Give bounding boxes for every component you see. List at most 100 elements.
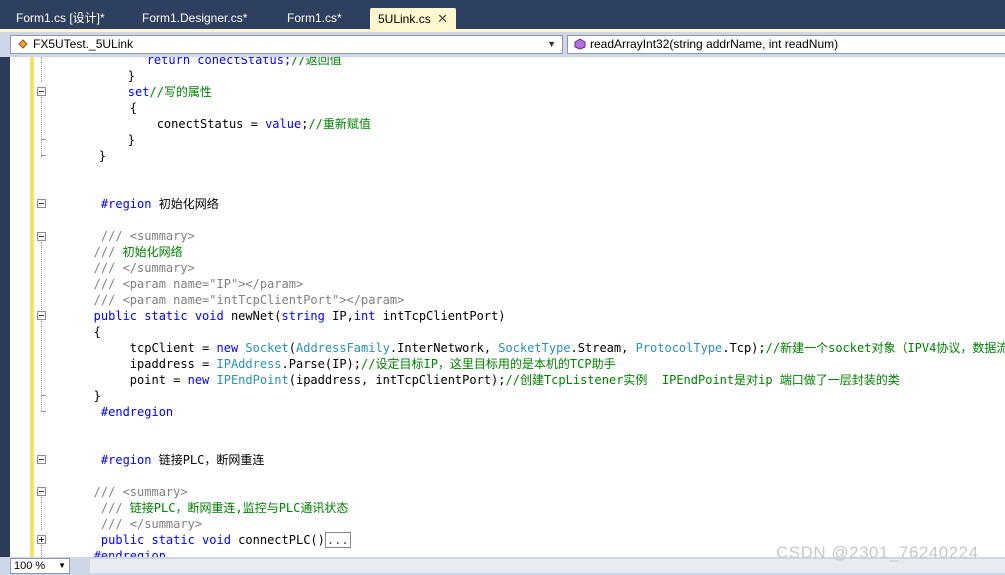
class-dropdown[interactable]: FX5UTest._5ULink ▼ bbox=[10, 35, 563, 54]
code-line: } bbox=[70, 69, 136, 83]
member-dropdown-value: readArrayInt32(string addrName, int read… bbox=[590, 37, 839, 51]
code-type: AddressFamily bbox=[296, 341, 390, 355]
doc-tag: <summary> bbox=[129, 229, 195, 243]
doc-comment-line: /// </summary> bbox=[72, 516, 202, 532]
code-token: IP, bbox=[324, 309, 354, 323]
expand-icon[interactable] bbox=[37, 535, 46, 544]
code-line: return conectStatus;//返回值 bbox=[60, 57, 342, 68]
code-line: } bbox=[72, 389, 101, 403]
tab-label: 5ULink.cs bbox=[378, 12, 431, 26]
code-line: set//写的属性 bbox=[70, 84, 212, 100]
code-token: .Tcp); bbox=[722, 341, 766, 355]
tab-5ulink-active[interactable]: 5ULink.cs ✕ bbox=[370, 8, 456, 31]
code-type: Socket bbox=[245, 341, 289, 355]
watermark: CSDN @2301_76240224 bbox=[776, 543, 979, 562]
method-icon bbox=[574, 38, 586, 50]
code-token: (ipaddress, intTcpClientPort); bbox=[288, 373, 506, 387]
code-keyword: #region bbox=[72, 197, 152, 211]
change-tracking-bar bbox=[30, 57, 34, 557]
doc-text: 链接PLC，断网重连,监控与PLC通讯状态 bbox=[129, 501, 349, 515]
doc-comment-line: /// 链接PLC，断网重连,监控与PLC通讯状态 bbox=[72, 500, 348, 516]
code-line: point = new IPEndPoint(ipaddress, intTcp… bbox=[72, 372, 900, 388]
editor-left-border bbox=[0, 57, 10, 557]
doc-prefix: /// bbox=[72, 245, 123, 259]
doc-comment-line: /// 初始化网络 bbox=[72, 244, 183, 260]
collapse-icon[interactable] bbox=[37, 199, 46, 208]
chevron-down-icon[interactable]: ▼ bbox=[547, 36, 556, 53]
doc-prefix: /// bbox=[72, 277, 123, 291]
code-line: } bbox=[70, 133, 136, 147]
code-comment: //写的属性 bbox=[149, 85, 212, 99]
tab-form1-design[interactable]: Form1.cs [设计]* bbox=[0, 7, 122, 29]
doc-text: 初始化网络 bbox=[122, 245, 183, 259]
collapse-icon[interactable] bbox=[37, 311, 46, 320]
code-keyword: public static void bbox=[72, 533, 231, 547]
region-line: #region 初始化网络 bbox=[72, 196, 219, 212]
collapse-icon[interactable] bbox=[37, 87, 46, 96]
zoom-dropdown[interactable]: 100 % ▼ bbox=[10, 558, 70, 574]
code-keyword: #endregion bbox=[72, 405, 174, 419]
doc-prefix: /// bbox=[72, 261, 123, 275]
navigation-bar: FX5UTest._5ULink ▼ readArrayInt32(string… bbox=[0, 32, 1005, 57]
outline-tick bbox=[41, 395, 46, 396]
code-keyword: #endregion bbox=[72, 549, 166, 557]
doc-prefix: /// bbox=[72, 485, 123, 499]
tab-form1-cs[interactable]: Form1.cs* bbox=[271, 7, 365, 29]
code-keyword: #region bbox=[72, 453, 152, 467]
collapsed-block[interactable]: ... bbox=[324, 532, 351, 548]
region-name: 链接PLC，断网重连 bbox=[151, 453, 265, 467]
code-token: ipaddress = bbox=[72, 357, 217, 371]
doc-comment-line: /// <param name="IP"></param> bbox=[72, 276, 304, 292]
doc-prefix: /// bbox=[72, 293, 123, 307]
code-comment: //创建TcpListener实例 IPEndPoint是对ip 端口做了一层封… bbox=[505, 373, 900, 387]
close-icon[interactable]: ✕ bbox=[437, 8, 448, 30]
code-token: intTcpClientPort) bbox=[375, 309, 506, 323]
doc-tag: <param name="intTcpClientPort"></param> bbox=[122, 293, 405, 307]
doc-tag: <param name="IP"></param> bbox=[122, 277, 304, 291]
code-type: ProtocolType bbox=[635, 341, 723, 355]
outline-tick bbox=[41, 411, 46, 412]
code-token: .Parse(IP); bbox=[281, 357, 362, 371]
code-keyword: value bbox=[265, 117, 302, 131]
outline-tick bbox=[41, 155, 46, 156]
code-line: { bbox=[72, 325, 101, 339]
region-end-line: #endregion bbox=[72, 404, 173, 420]
code-line: ipaddress = IPAddress.Parse(IP);//设定目标IP… bbox=[72, 356, 616, 372]
region-end-line: #endregion bbox=[72, 548, 166, 557]
outline-line bbox=[41, 321, 43, 411]
outline-line bbox=[41, 57, 43, 83]
collapse-icon[interactable] bbox=[37, 487, 46, 496]
doc-tag: <summary> bbox=[122, 485, 188, 499]
code-keyword: public static void bbox=[72, 309, 224, 323]
indicator-margin bbox=[10, 57, 32, 557]
code-token: return conectStatus; bbox=[60, 57, 292, 67]
collapse-icon[interactable] bbox=[37, 455, 46, 464]
code-token: newNet( bbox=[223, 309, 282, 323]
outline-line bbox=[41, 242, 43, 310]
code-editor[interactable]: return conectStatus;//返回值 } set//写的属性 { … bbox=[0, 57, 1005, 557]
doc-prefix: /// bbox=[72, 517, 130, 531]
chevron-down-icon[interactable]: ▼ bbox=[58, 559, 66, 573]
method-signature-line: public static void newNet(string IP,int … bbox=[72, 308, 506, 324]
code-comment: //返回值 bbox=[291, 57, 342, 67]
doc-prefix: /// bbox=[72, 501, 130, 515]
code-token: .Stream, bbox=[570, 341, 636, 355]
class-dropdown-value: FX5UTest._5ULink bbox=[33, 37, 134, 51]
code-token: conectStatus = bbox=[70, 117, 266, 131]
collapse-icon[interactable] bbox=[37, 232, 46, 241]
doc-prefix: /// bbox=[72, 229, 130, 243]
member-dropdown[interactable]: readArrayInt32(string addrName, int read… bbox=[567, 35, 1005, 54]
document-tab-strip: Form1.cs [设计]* Form1.Designer.cs* Form1.… bbox=[0, 0, 1005, 32]
doc-comment-line: /// <summary> bbox=[72, 484, 188, 500]
doc-tag: </summary> bbox=[129, 517, 203, 531]
outline-line bbox=[41, 545, 43, 557]
code-keyword: set bbox=[70, 85, 150, 99]
zoom-value: 100 % bbox=[14, 560, 46, 572]
doc-comment-line: /// <param name="intTcpClientPort"></par… bbox=[72, 292, 405, 308]
tab-form1-designer[interactable]: Form1.Designer.cs* bbox=[126, 7, 264, 29]
code-line: conectStatus = value;//重新赋值 bbox=[70, 116, 371, 132]
doc-comment-line: /// </summary> bbox=[72, 260, 195, 276]
code-token: connectPLC() bbox=[230, 533, 325, 547]
code-keyword: new bbox=[216, 341, 246, 355]
region-name: 初始化网络 bbox=[151, 197, 219, 211]
